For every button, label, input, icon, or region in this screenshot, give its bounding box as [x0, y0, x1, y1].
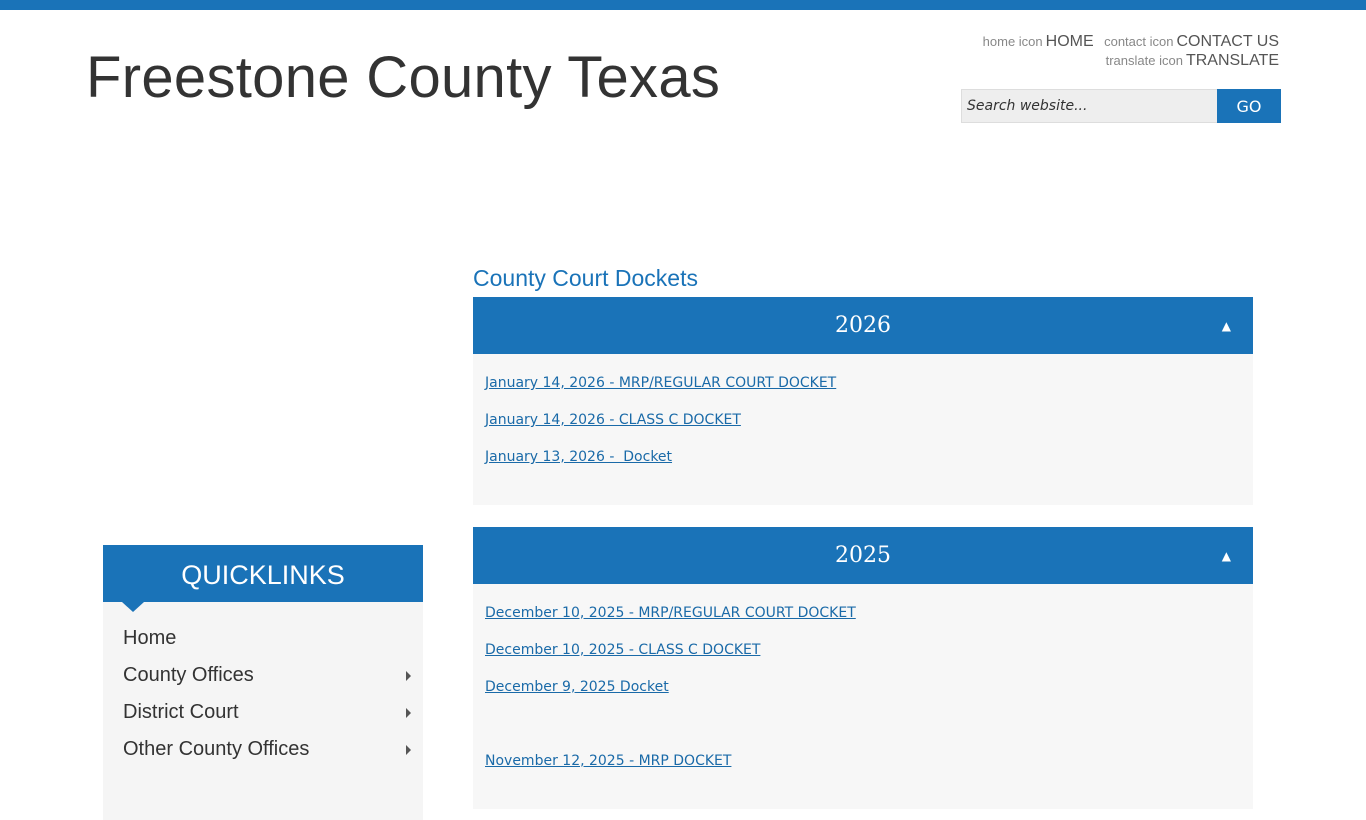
quicklinks-title: QUICKLINKS: [181, 560, 345, 590]
docket-link[interactable]: January 13, 2026 - Docket: [485, 446, 1241, 483]
accordion-2025: 2025 ▲ December 10, 2025 - MRP/REGULAR C…: [473, 527, 1253, 809]
quicklink-label: County Offices: [123, 664, 254, 686]
docket-link[interactable]: December 10, 2025 - MRP/REGULAR COURT DO…: [485, 602, 1241, 639]
translate-link[interactable]: translate icon TRANSLATE: [1106, 52, 1279, 69]
search-form: GO: [961, 89, 1281, 123]
docket-link[interactable]: January 14, 2026 - MRP/REGULAR COURT DOC…: [485, 372, 1241, 409]
quicklinks-notch: [122, 602, 144, 612]
contact-link-label: CONTACT US: [1176, 33, 1279, 50]
main-content: County Court Dockets 2026 ▲ January 14, …: [473, 263, 1253, 809]
search-input[interactable]: [961, 89, 1217, 123]
quicklink-other-county-offices[interactable]: Other County Offices: [103, 731, 423, 768]
accordion-header-2026[interactable]: 2026 ▲: [473, 297, 1253, 354]
collapse-triangle-icon[interactable]: ▲: [1222, 527, 1231, 585]
quicklink-home[interactable]: Home: [103, 620, 423, 657]
collapse-triangle-icon[interactable]: ▲: [1222, 297, 1231, 355]
quicklink-district-court[interactable]: District Court: [103, 694, 423, 731]
utility-links: home icon HOME contact icon CONTACT US tra…: [977, 32, 1279, 70]
quicklink-county-offices[interactable]: County Offices: [103, 657, 423, 694]
accordion-body-2025: December 10, 2025 - MRP/REGULAR COURT DO…: [473, 584, 1253, 809]
accordion-header-2025[interactable]: 2025 ▲: [473, 527, 1253, 584]
quicklinks-list: Home County Offices District Court Other…: [103, 602, 423, 820]
accordion-2026: 2026 ▲ January 14, 2026 - MRP/REGULAR CO…: [473, 297, 1253, 505]
site-title[interactable]: Freestone County Texas: [86, 44, 720, 111]
quicklink-label: Other County Offices: [123, 738, 310, 760]
docket-link[interactable]: November 12, 2025 - MRP DOCKET: [485, 750, 1241, 787]
quicklinks-panel: QUICKLINKS Home County Offices District …: [103, 545, 423, 820]
docket-link[interactable]: December 10, 2025 - CLASS C DOCKET: [485, 639, 1241, 676]
contact-link[interactable]: contact icon CONTACT US: [1104, 33, 1279, 50]
home-icon: home icon: [982, 34, 1043, 49]
translate-icon: translate icon: [1105, 53, 1183, 68]
docket-link[interactable]: January 14, 2026 - CLASS C DOCKET: [485, 409, 1241, 446]
chevron-right-icon: [406, 745, 411, 755]
quicklink-label: Home: [123, 627, 177, 649]
chevron-right-icon: [406, 671, 411, 681]
home-link-label: HOME: [1045, 33, 1094, 50]
contact-icon: contact icon: [1104, 34, 1174, 49]
accordion-year: 2025: [835, 543, 891, 568]
quicklinks-header: QUICKLINKS: [103, 545, 423, 612]
translate-link-label: TRANSLATE: [1185, 52, 1279, 69]
page-title: County Court Dockets: [473, 265, 698, 291]
home-link[interactable]: home icon HOME: [983, 33, 1094, 50]
top-accent-bar: [0, 0, 1366, 10]
search-go-button[interactable]: GO: [1217, 89, 1281, 123]
accordion-year: 2026: [835, 313, 891, 338]
accordion-body-2026: January 14, 2026 - MRP/REGULAR COURT DOC…: [473, 354, 1253, 505]
docket-link[interactable]: December 9, 2025 Docket: [485, 676, 1241, 713]
quicklink-label: District Court: [123, 701, 239, 723]
chevron-right-icon: [406, 708, 411, 718]
